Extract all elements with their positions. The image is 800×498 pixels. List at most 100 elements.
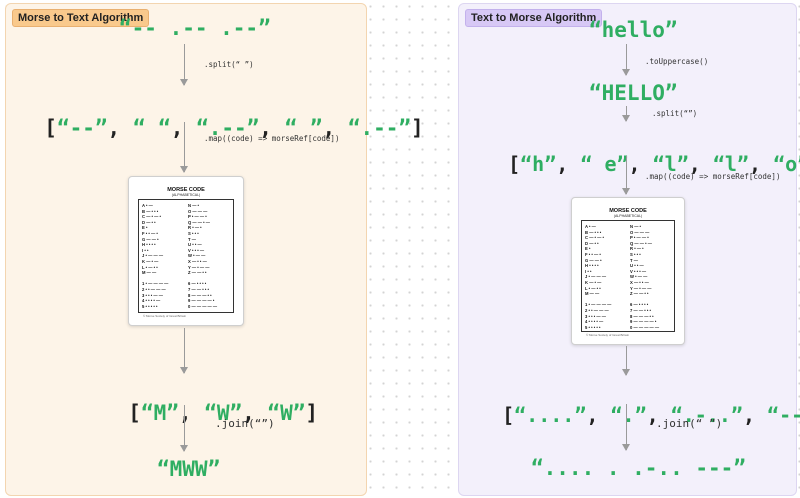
left-mapped-array: [“M”, “W”, “W”] <box>128 401 319 425</box>
morse-entry: 8 — — — • • <box>630 313 654 319</box>
right-uppercase-result: “HELLO” <box>589 81 678 105</box>
morse-entry: 2 • • — — — <box>585 308 609 313</box>
morse-entry: O — — — <box>188 208 208 214</box>
morse-entry: 4 • • • • — <box>585 319 604 325</box>
morse-entry: Q — — • — <box>188 219 210 225</box>
left-input-string: “-- .-- .--” <box>119 16 271 40</box>
morse-entry: S • • • <box>188 231 199 236</box>
morse-entry: B — • • • <box>585 229 602 235</box>
morse-entry: A • — <box>585 224 596 229</box>
morse-entry: P • — — • <box>188 214 207 220</box>
morse-entry: I • • <box>585 268 592 274</box>
morse-code-reference-card: MORSE CODE (ALPHABETICAL) A • — B — • • •… <box>128 176 244 326</box>
arrow-down <box>180 328 188 374</box>
morse-entry: 7 — — • • • <box>188 287 209 292</box>
card-footer: © Morse Society of Great Britain <box>143 314 187 318</box>
right-uppercase-method: .toUppercase() <box>645 57 709 66</box>
panel-title-text-to-morse: Text to Morse Algorithm <box>465 9 603 27</box>
morse-entry: 6 — • • • • <box>188 281 207 287</box>
card-subtitle: (ALPHABETICAL) <box>613 214 643 218</box>
left-output-string: “MWW” <box>157 457 221 481</box>
morse-entry: L • — • • <box>142 264 158 270</box>
arrow-down <box>622 106 630 122</box>
morse-entry: F • • — • <box>585 252 601 257</box>
morse-entry: 9 — — — — • <box>630 319 657 325</box>
morse-entry: D — • • <box>142 219 156 225</box>
right-join-method: .join(“ ”) <box>656 417 723 430</box>
morse-entry: G — — • <box>142 236 159 242</box>
morse-entry: L • — • • <box>585 285 601 291</box>
morse-entry: K — • — <box>585 280 602 285</box>
arrow-down <box>622 404 630 451</box>
morse-entry: X — • • — <box>630 280 649 285</box>
morse-entry: 7 — — • • • <box>630 308 651 313</box>
morse-entry: Z — — • • <box>188 270 207 276</box>
morse-entry: M — — <box>585 291 600 297</box>
morse-entry: T — <box>188 236 196 242</box>
arrow-down <box>180 405 188 452</box>
morse-entry: 8 — — — • • <box>188 292 212 298</box>
morse-entry: H • • • • <box>142 242 156 248</box>
morse-entry: E • <box>142 225 148 231</box>
morse-entry: E • <box>585 246 591 252</box>
morse-entry: 5 • • • • • <box>585 324 601 330</box>
arrow-down <box>180 44 188 86</box>
morse-entry: 5 • • • • • <box>142 303 158 309</box>
morse-entry: Y — • — — <box>188 264 210 270</box>
morse-entry: I • • <box>142 247 149 253</box>
morse-entry: N — • <box>188 203 200 208</box>
morse-entry: 4 • • • • — <box>142 298 161 304</box>
morse-entry: 1 • — — — — <box>142 281 169 287</box>
morse-entry: 0 — — — — — <box>630 324 660 330</box>
morse-entry: N — • <box>630 224 642 229</box>
morse-entry: W • — — <box>188 253 206 259</box>
morse-entry: D — • • <box>585 240 599 246</box>
morse-entry: 3 • • • — — <box>585 313 606 319</box>
morse-entry: K — • — <box>142 259 159 264</box>
morse-entry: O — — — <box>630 229 650 235</box>
morse-entry: W • — — <box>630 274 648 280</box>
morse-entry: J • — — — <box>142 253 164 259</box>
morse-entry: 6 — • • • • <box>630 302 649 308</box>
right-input-string: “hello” <box>589 18 678 42</box>
arrow-down <box>622 44 630 76</box>
morse-entry: U • • — <box>188 242 202 248</box>
morse-entry: Y — • — — <box>630 285 652 291</box>
morse-entry: Z — — • • <box>630 291 649 297</box>
morse-entry: 3 • • • — — <box>142 292 163 298</box>
morse-entry: J • — — — <box>585 274 607 280</box>
morse-entry: S • • • <box>630 252 641 257</box>
right-split-method: .split(“”) <box>652 109 698 118</box>
left-join-method: .join(“”) <box>215 417 275 430</box>
morse-entry: X — • • — <box>188 259 207 264</box>
right-split-array: [“h”, “ e”, “l”, “l”, “o”] <box>508 152 800 176</box>
morse-code-reference-card: MORSE CODE (ALPHABETICAL) A • — B — • • •… <box>571 197 685 345</box>
morse-entry: F • • — • <box>142 231 158 236</box>
morse-entry: C — • — • <box>585 235 604 241</box>
card-table: A • — B — • • • C — • — • D — • • E • F • • —… <box>581 220 675 332</box>
morse-entry: H • • • • <box>585 263 599 269</box>
arrow-down <box>622 346 630 376</box>
right-mapped-array: [“....”, “.”, “.-..”, “---”] <box>502 403 800 427</box>
left-split-array: [[“--”, “ “, “.--”, “ ”, “.--”]“--”, “ “… <box>44 116 424 140</box>
morse-entry: U • • — <box>630 263 644 269</box>
morse-entry: Q — — • — <box>630 240 652 246</box>
morse-entry: G — — • <box>585 257 602 263</box>
morse-entry: 1 • — — — — <box>585 302 612 308</box>
arrow-down <box>180 122 188 173</box>
left-split-method: .split(“ ”) <box>204 60 254 69</box>
morse-entry: B — • • • <box>142 208 159 214</box>
right-output-string: “.... . .-.. ---” <box>531 456 746 480</box>
morse-entry: P • — — • <box>630 235 649 241</box>
morse-entry: V • • • — <box>630 268 647 274</box>
morse-entry: C — • — • <box>142 214 161 220</box>
morse-entry: R • — • <box>630 246 644 252</box>
right-map-method: .map((code) => morseRef[code]) <box>645 172 781 181</box>
morse-entry: M — — <box>142 270 157 276</box>
card-subtitle: (ALPHABETICAL) <box>171 193 201 197</box>
morse-entry: R • — • <box>188 225 202 231</box>
morse-entry: T — <box>630 257 638 263</box>
morse-entry: A • — <box>142 203 153 208</box>
morse-entry: 2 • • — — — <box>142 287 166 292</box>
morse-entry: 0 — — — — — <box>188 303 218 309</box>
